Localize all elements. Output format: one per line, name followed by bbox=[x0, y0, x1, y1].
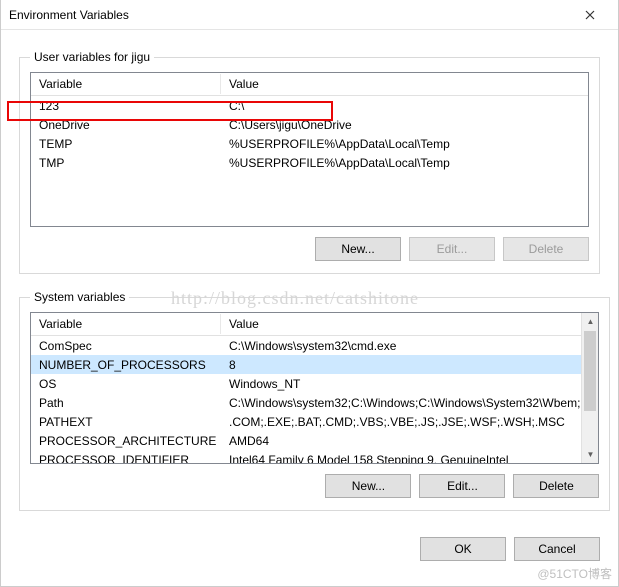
col-value[interactable]: Value bbox=[221, 314, 598, 334]
cancel-button[interactable]: Cancel bbox=[514, 537, 600, 561]
table-row[interactable]: 123 C:\ bbox=[31, 96, 588, 115]
col-variable[interactable]: Variable bbox=[31, 74, 221, 94]
env-vars-dialog: Environment Variables User variables for… bbox=[0, 0, 619, 587]
list-header[interactable]: Variable Value bbox=[31, 73, 588, 96]
col-value[interactable]: Value bbox=[221, 74, 588, 94]
table-row[interactable]: OneDrive C:\Users\jigu\OneDrive bbox=[31, 115, 588, 134]
close-button[interactable] bbox=[570, 1, 610, 29]
user-new-button[interactable]: New... bbox=[315, 237, 401, 261]
table-row[interactable]: PROCESSOR_ARCHITECTURE AMD64 bbox=[31, 431, 598, 450]
scroll-thumb[interactable] bbox=[584, 331, 596, 411]
sys-delete-button[interactable]: Delete bbox=[513, 474, 599, 498]
titlebar[interactable]: Environment Variables bbox=[1, 0, 618, 30]
scrollbar[interactable]: ▲ ▼ bbox=[581, 313, 598, 463]
system-vars-legend: System variables bbox=[30, 290, 129, 304]
user-vars-group: User variables for jigu Variable Value 1… bbox=[19, 50, 600, 274]
user-edit-button[interactable]: Edit... bbox=[409, 237, 495, 261]
list-header[interactable]: Variable Value bbox=[31, 313, 598, 336]
col-variable[interactable]: Variable bbox=[31, 314, 221, 334]
system-vars-list[interactable]: Variable Value ComSpec C:\Windows\system… bbox=[30, 312, 599, 464]
dialog-title: Environment Variables bbox=[9, 8, 570, 22]
table-row[interactable]: NUMBER_OF_PROCESSORS 8 bbox=[31, 355, 598, 374]
scroll-up-icon[interactable]: ▲ bbox=[582, 313, 598, 330]
table-row[interactable]: PROCESSOR_IDENTIFIER Intel64 Family 6 Mo… bbox=[31, 450, 598, 464]
close-icon bbox=[585, 10, 595, 20]
system-vars-group: System variables Variable Value ComSpec … bbox=[19, 290, 610, 511]
scroll-down-icon[interactable]: ▼ bbox=[582, 446, 598, 463]
table-row[interactable]: ComSpec C:\Windows\system32\cmd.exe bbox=[31, 336, 598, 355]
table-row[interactable]: PATHEXT .COM;.EXE;.BAT;.CMD;.VBS;.VBE;.J… bbox=[31, 412, 598, 431]
user-vars-legend: User variables for jigu bbox=[30, 50, 154, 64]
user-vars-list[interactable]: Variable Value 123 C:\ OneDrive C:\Users… bbox=[30, 72, 589, 227]
ok-button[interactable]: OK bbox=[420, 537, 506, 561]
table-row[interactable]: TMP %USERPROFILE%\AppData\Local\Temp bbox=[31, 153, 588, 172]
table-row[interactable]: OS Windows_NT bbox=[31, 374, 598, 393]
corner-watermark: @51CTO博客 bbox=[537, 565, 612, 582]
table-row[interactable]: Path C:\Windows\system32;C:\Windows;C:\W… bbox=[31, 393, 598, 412]
user-delete-button[interactable]: Delete bbox=[503, 237, 589, 261]
table-row[interactable]: TEMP %USERPROFILE%\AppData\Local\Temp bbox=[31, 134, 588, 153]
sys-new-button[interactable]: New... bbox=[325, 474, 411, 498]
sys-edit-button[interactable]: Edit... bbox=[419, 474, 505, 498]
